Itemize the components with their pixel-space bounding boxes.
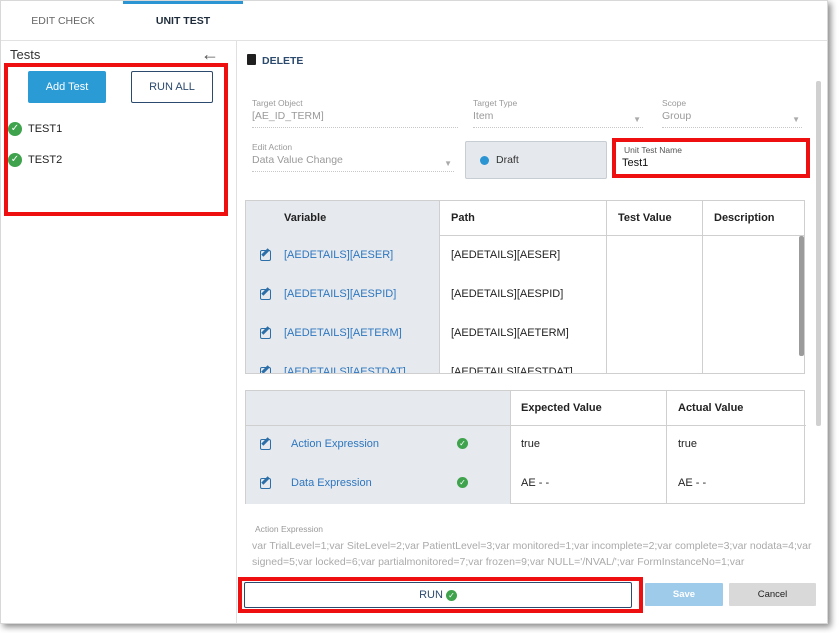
variable-link[interactable]: [AEDETAILS][AESPID] bbox=[284, 288, 396, 300]
path-cell: [AEDETAILS][AESTDAT] bbox=[451, 366, 573, 374]
chevron-down-icon: ▼ bbox=[633, 115, 641, 124]
table-row: [AEDETAILS][AETERM] [AEDETAILS][AETERM] bbox=[246, 314, 804, 353]
variable-link[interactable]: [AEDETAILS][AETERM] bbox=[284, 327, 402, 339]
variables-table: Variable Path Test Value Description [AE… bbox=[245, 200, 805, 374]
tests-panel: Tests ← Add Test RUN ALL ✓ TEST1 ✓ TEST2 bbox=[1, 41, 237, 623]
table-row: [AEDETAILS][AESTDAT] [AEDETAILS][AESTDAT… bbox=[246, 353, 804, 374]
column-header-variable: Variable bbox=[246, 201, 439, 236]
target-type-value: Item bbox=[473, 110, 494, 122]
edit-icon[interactable] bbox=[260, 328, 271, 339]
check-circle-icon: ✓ bbox=[457, 477, 468, 488]
expression-link[interactable]: Action Expression bbox=[291, 438, 379, 450]
target-object-field: Target Object [AE_ID_TERM] bbox=[252, 98, 458, 128]
variable-link[interactable]: [AEDETAILS][AESER] bbox=[284, 249, 393, 261]
expression-link[interactable]: Data Expression bbox=[291, 477, 372, 489]
path-cell: [AEDETAILS][AESPID] bbox=[451, 288, 564, 300]
delete-label: DELETE bbox=[262, 55, 304, 67]
tab-unit-test-label: UNIT TEST bbox=[155, 15, 211, 27]
edit-icon[interactable] bbox=[260, 289, 271, 300]
actual-value-cell: true bbox=[678, 438, 697, 450]
expressions-table: Expected Value Actual Value Action Expre… bbox=[245, 390, 806, 504]
column-header-actual-value: Actual Value bbox=[678, 402, 744, 414]
variables-table-header: Variable Path Test Value Description bbox=[246, 201, 804, 236]
action-expression-text: var TrialLevel=1;var SiteLevel=2;var Pat… bbox=[252, 540, 812, 568]
path-cell: [AEDETAILS][AESER] bbox=[451, 249, 561, 261]
expected-value-cell: true bbox=[521, 438, 540, 450]
back-arrow-icon[interactable]: ← bbox=[201, 44, 219, 65]
chevron-down-icon: ▼ bbox=[792, 115, 800, 124]
actual-value-cell: AE - - bbox=[678, 477, 707, 489]
edit-icon[interactable] bbox=[260, 367, 271, 373]
target-object-value: [AE_ID_TERM] bbox=[252, 110, 324, 122]
tests-title: Tests bbox=[10, 47, 41, 62]
scope-value: Group bbox=[662, 110, 692, 122]
column-header-description: Description bbox=[714, 212, 775, 224]
edit-icon[interactable] bbox=[260, 250, 271, 261]
tab-bar: EDIT CHECK UNIT TEST bbox=[1, 1, 827, 41]
column-header-path: Path bbox=[451, 212, 475, 224]
draft-label: Draft bbox=[496, 154, 519, 166]
unit-test-detail: DELETE Target Object [AE_ID_TERM] Target… bbox=[238, 41, 827, 623]
active-tab-indicator bbox=[123, 1, 243, 4]
table-row: [AEDETAILS][AESER] [AEDETAILS][AESER] bbox=[246, 236, 804, 275]
draft-status-icon bbox=[480, 156, 489, 165]
dialog-scrollbar[interactable] bbox=[816, 81, 821, 426]
check-circle-icon: ✓ bbox=[457, 438, 468, 449]
expected-value-cell: AE - - bbox=[521, 477, 550, 489]
edit-icon[interactable] bbox=[260, 478, 271, 489]
chevron-down-icon: ▼ bbox=[444, 159, 452, 168]
tab-unit-test[interactable]: UNIT TEST bbox=[123, 1, 243, 41]
highlight-box-run bbox=[238, 577, 643, 613]
edit-action-label: Edit Action bbox=[252, 142, 293, 152]
save-button[interactable]: Save bbox=[645, 583, 723, 606]
variable-link[interactable]: [AEDETAILS][AESTDAT] bbox=[284, 366, 406, 373]
highlight-box-tests bbox=[4, 63, 228, 216]
cancel-button[interactable]: Cancel bbox=[729, 583, 816, 606]
draft-toggle[interactable]: Draft bbox=[465, 141, 607, 179]
column-header-test-value: Test Value bbox=[618, 212, 672, 224]
table-row: [AEDETAILS][AESPID] [AEDETAILS][AESPID] bbox=[246, 275, 804, 314]
target-type-label: Target Type bbox=[473, 98, 518, 108]
scope-select: Scope Group ▼ bbox=[662, 98, 802, 128]
delete-button[interactable]: DELETE bbox=[247, 54, 303, 67]
edit-action-value: Data Value Change bbox=[252, 154, 343, 166]
target-type-select: Target Type Item ▼ bbox=[473, 98, 643, 128]
column-header-expected-value: Expected Value bbox=[521, 402, 602, 414]
edit-action-select: Edit Action Data Value Change ▼ bbox=[252, 142, 454, 172]
edit-icon[interactable] bbox=[260, 439, 271, 450]
action-expression-label: Action Expression bbox=[255, 524, 324, 534]
scope-label: Scope bbox=[662, 98, 687, 108]
target-object-label: Target Object bbox=[252, 98, 303, 108]
unit-test-dialog: EDIT CHECK UNIT TEST Tests ← Add Test RU… bbox=[0, 0, 828, 624]
path-cell: [AEDETAILS][AETERM] bbox=[451, 327, 569, 339]
table-scrollbar[interactable] bbox=[799, 236, 804, 356]
trash-icon bbox=[247, 54, 256, 65]
tab-edit-check[interactable]: EDIT CHECK bbox=[3, 1, 123, 41]
highlight-box-test-name bbox=[612, 138, 810, 178]
